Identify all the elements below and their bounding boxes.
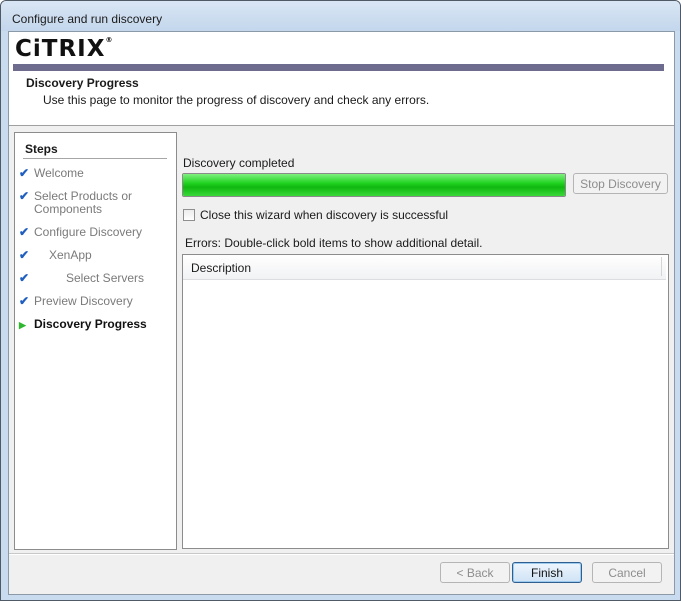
step-label: Welcome bbox=[34, 166, 84, 180]
progress-status-label: Discovery completed bbox=[183, 156, 295, 170]
header-band bbox=[13, 64, 664, 71]
wizard-client-area: CiTRIX® Discovery Progress Use this page… bbox=[8, 31, 675, 595]
check-icon: ✔ bbox=[19, 166, 30, 180]
check-icon: ✔ bbox=[19, 294, 30, 308]
wizard-header: CiTRIX® Discovery Progress Use this page… bbox=[9, 32, 674, 126]
back-button[interactable]: < Back bbox=[440, 562, 510, 583]
check-icon: ✔ bbox=[19, 271, 30, 285]
arrow-right-icon: ▶ bbox=[19, 320, 26, 330]
page-title: Discovery Progress bbox=[26, 76, 139, 90]
footer-divider bbox=[9, 553, 674, 555]
cancel-button[interactable]: Cancel bbox=[592, 562, 662, 583]
errors-grid[interactable]: Description bbox=[182, 254, 669, 549]
column-separator[interactable] bbox=[661, 257, 662, 276]
stop-discovery-button[interactable]: Stop Discovery bbox=[573, 173, 668, 194]
errors-label: Errors: Double-click bold items to show … bbox=[185, 236, 483, 250]
steps-panel: Steps ✔ Welcome ✔ Select Products or Com… bbox=[14, 132, 177, 550]
check-icon: ✔ bbox=[19, 189, 30, 203]
window-title: Configure and run discovery bbox=[12, 12, 163, 26]
close-on-success-label[interactable]: Close this wizard when discovery is succ… bbox=[200, 208, 448, 222]
finish-button[interactable]: Finish bbox=[512, 562, 582, 583]
title-bar[interactable]: Configure and run discovery bbox=[1, 1, 680, 31]
citrix-logo: CiTRIX® bbox=[15, 36, 112, 62]
errors-grid-header: Description bbox=[183, 255, 666, 280]
step-label: Select Products or Components bbox=[34, 189, 133, 216]
check-icon: ✔ bbox=[19, 248, 30, 262]
step-label: XenApp bbox=[49, 248, 92, 262]
close-on-success-checkbox[interactable] bbox=[183, 209, 195, 221]
step-label: Select Servers bbox=[66, 271, 145, 285]
registered-mark: ® bbox=[105, 36, 113, 44]
steps-divider bbox=[23, 158, 167, 159]
logo-text: CiTRIX bbox=[15, 36, 106, 62]
progress-fill bbox=[183, 174, 565, 196]
page-description: Use this page to monitor the progress of… bbox=[43, 93, 430, 107]
discovery-wizard-window: Configure and run discovery CiTRIX® Disc… bbox=[0, 0, 681, 601]
step-label: Discovery Progress bbox=[34, 317, 147, 331]
step-label: Configure Discovery bbox=[34, 225, 143, 239]
steps-title: Steps bbox=[25, 142, 58, 156]
step-label: Preview Discovery bbox=[34, 294, 133, 308]
discovery-progress-bar bbox=[182, 173, 566, 197]
check-icon: ✔ bbox=[19, 225, 30, 239]
column-header-description[interactable]: Description bbox=[191, 261, 251, 275]
